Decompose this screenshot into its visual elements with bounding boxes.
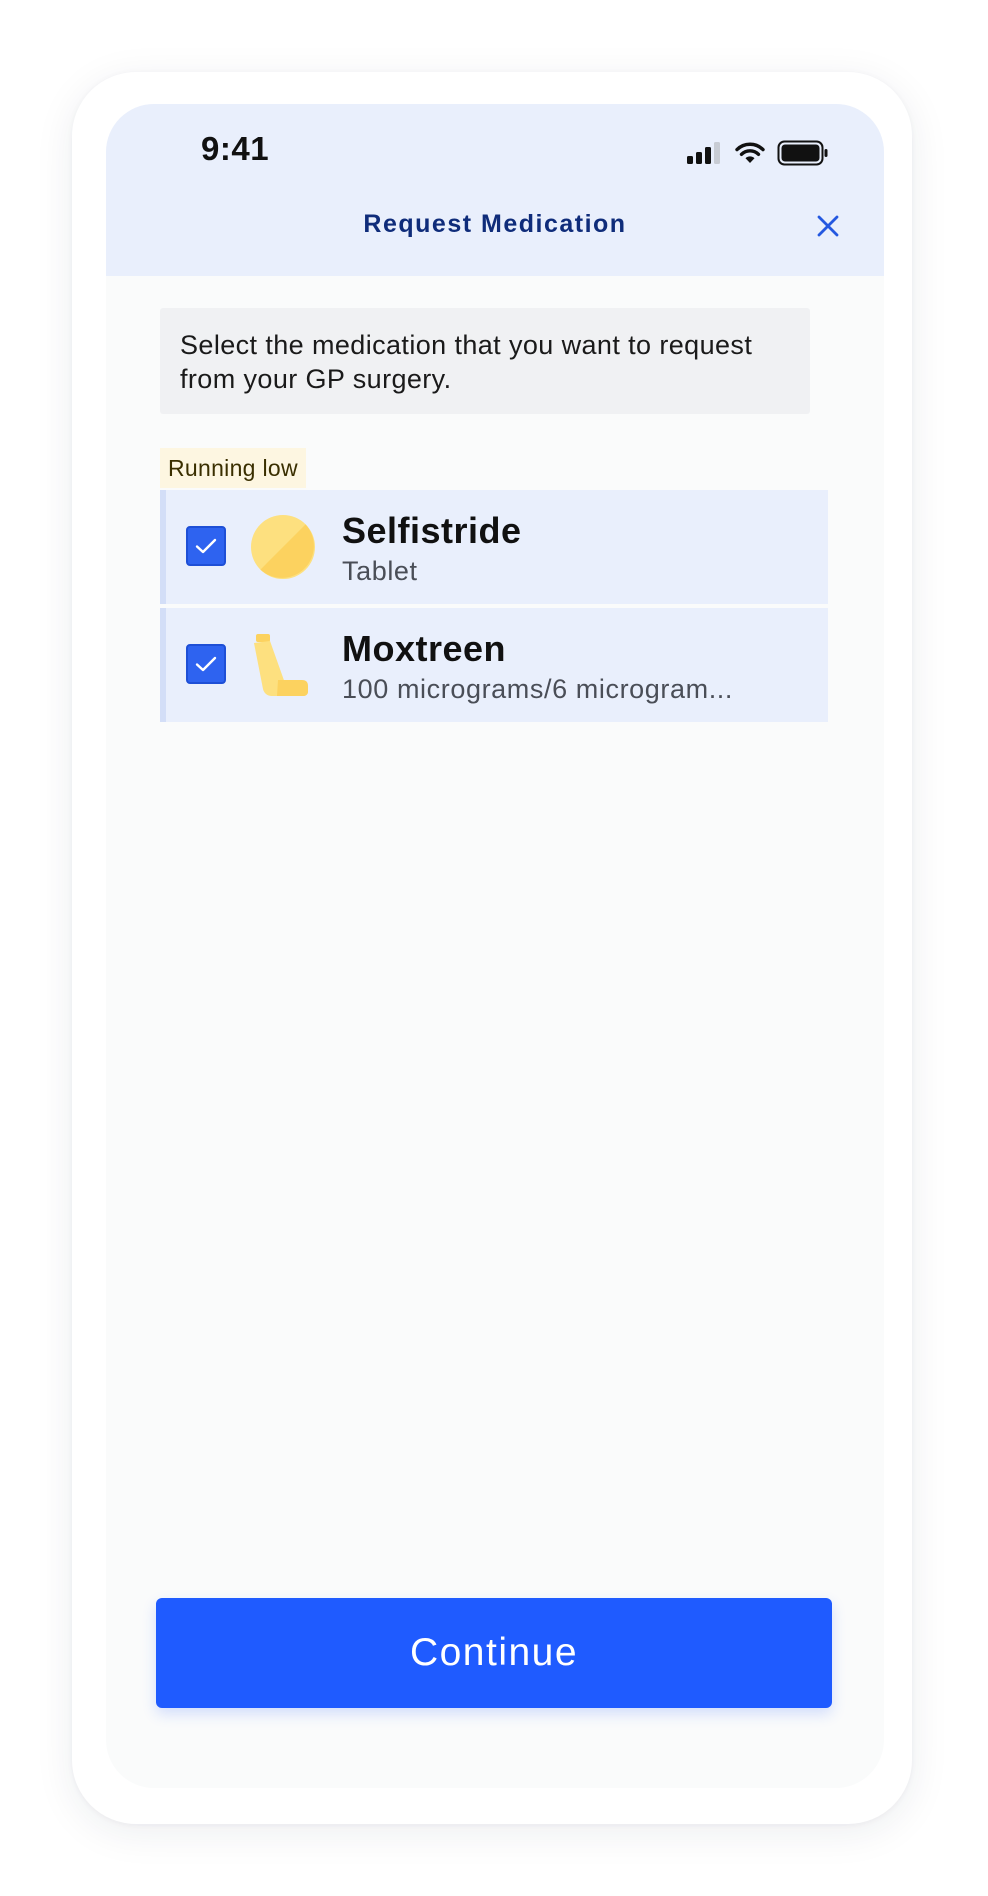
inhaler-icon xyxy=(254,634,308,696)
page-title: Request Medication xyxy=(363,210,627,238)
phone-screen: 9:41 Request Medication Select the medic… xyxy=(106,104,884,1788)
medication-name: Moxtreen xyxy=(342,628,507,669)
signal-icon xyxy=(687,142,720,164)
checkmark-icon xyxy=(195,656,217,672)
instruction-box: Select the medication that you want to r… xyxy=(160,308,810,414)
medication-checkbox[interactable] xyxy=(186,644,226,684)
close-icon xyxy=(817,215,839,237)
running-low-tag: Running low xyxy=(160,448,306,488)
header: 9:41 Request Medication xyxy=(106,104,884,276)
medication-name: Selfistride xyxy=(342,510,522,551)
status-icons xyxy=(687,140,829,166)
continue-button[interactable]: Continue xyxy=(156,1598,832,1708)
checkmark-icon xyxy=(195,538,217,554)
status-time: 9:41 xyxy=(201,130,270,167)
instruction-text: Select the medication that you want to r… xyxy=(180,330,753,394)
close-button[interactable] xyxy=(814,212,842,240)
medication-item-selfistride[interactable]: Selfistride Tablet xyxy=(160,490,828,604)
medication-item-moxtreen[interactable]: Moxtreen 100 micrograms/6 microgram... xyxy=(160,608,828,722)
tablet-icon xyxy=(251,515,315,579)
wifi-icon xyxy=(735,142,765,163)
medication-detail: Tablet xyxy=(342,556,418,586)
battery-icon xyxy=(777,140,828,166)
medication-checkbox[interactable] xyxy=(186,526,226,566)
medication-detail: 100 micrograms/6 microgram... xyxy=(342,674,733,704)
